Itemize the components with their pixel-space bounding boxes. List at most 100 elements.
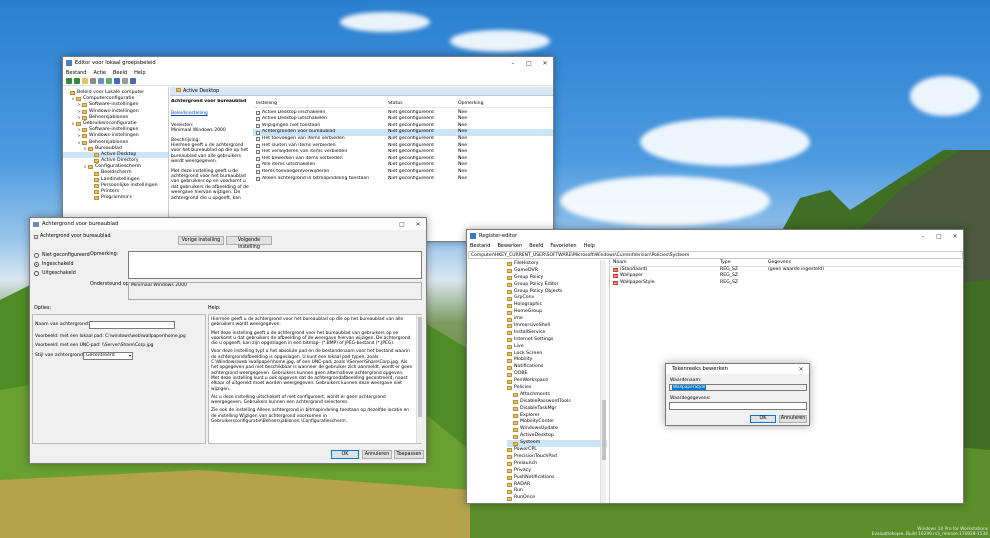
regedit-tree-scrollbar[interactable] <box>600 260 606 503</box>
folder-icon[interactable] <box>82 78 88 84</box>
table-row[interactable]: Het verwijderen van items verbieden Niet … <box>253 149 553 156</box>
expand-icon[interactable]: > <box>77 115 81 121</box>
table-row[interactable]: Achtergronden voor bureaublad Niet geconf… <box>253 129 553 136</box>
help-icon[interactable] <box>114 78 120 84</box>
view-icon[interactable] <box>122 78 128 84</box>
table-row[interactable]: Active Desktop uitschakelen Niet geconfig… <box>253 116 553 123</box>
expand-icon[interactable]: v <box>77 140 81 146</box>
regedit-titlebar[interactable]: Register-editor – □ ✕ <box>467 230 963 242</box>
table-row[interactable]: Alle items uitschakelen Niet geconfiguree… <box>253 162 553 169</box>
col-instelling[interactable]: Instelling <box>253 101 388 107</box>
menu-bestand[interactable]: Bestand <box>66 70 86 76</box>
forward-icon[interactable] <box>74 78 80 84</box>
radio-not-configured[interactable]: Niet geconfigureerd <box>34 251 90 260</box>
reg-tree-item[interactable]: Attachments <box>507 392 607 399</box>
ok-button[interactable]: OK <box>331 450 359 459</box>
reg-tree-item[interactable]: Privacy <box>507 468 607 475</box>
list-item[interactable]: ab Wallpaper REG_SZ <box>610 273 963 280</box>
close-button[interactable]: ✕ <box>947 233 963 240</box>
menu-actie[interactable]: Actie <box>93 70 106 76</box>
expand-icon[interactable]: v <box>83 146 87 152</box>
minimize-button[interactable]: – <box>505 60 521 67</box>
next-setting-button[interactable]: Volgende instelling <box>226 236 272 250</box>
comment-field[interactable] <box>128 251 422 279</box>
reg-tree-item[interactable]: ImmersiveShell <box>507 323 607 330</box>
ok-button[interactable]: OK <box>750 415 776 423</box>
export-icon[interactable] <box>106 78 112 84</box>
gp-tree-item[interactable]: Programma's <box>63 195 168 201</box>
reg-tree-item[interactable]: Live <box>507 344 607 351</box>
radio-enabled[interactable]: Ingeschakeld <box>34 260 90 269</box>
reg-tree-label: Group Policy Editor <box>514 281 559 287</box>
reg-tree-item[interactable]: ime <box>507 316 607 323</box>
menu-beeld[interactable]: Beeld <box>529 243 543 249</box>
edit-string-titlebar[interactable]: Tekenreeks bewerken ✕ <box>666 364 809 374</box>
menu-bewerken[interactable]: Bewerken <box>497 243 522 249</box>
desc-link[interactable]: Beleidsinstelling <box>171 111 251 116</box>
help-scrollbar[interactable] <box>416 315 422 443</box>
reg-tree-item[interactable]: DisablePasswordTools <box>507 399 607 406</box>
menu-help[interactable]: Help <box>134 70 145 76</box>
reg-tree-item[interactable]: PrecisionTouchPad <box>507 454 607 461</box>
value-data-input[interactable] <box>669 402 807 410</box>
maximize-button[interactable]: □ <box>931 233 947 240</box>
list-icon[interactable] <box>98 78 104 84</box>
filter-icon[interactable] <box>130 78 136 84</box>
table-row[interactable]: Het sluiten van items verbieden Niet geco… <box>253 143 553 150</box>
close-button[interactable]: ✕ <box>793 366 809 373</box>
reg-tree-item[interactable]: DisableTaskMgr <box>507 406 607 413</box>
table-row[interactable]: Het toevoegen van items verbieden Niet ge… <box>253 136 553 143</box>
table-row[interactable]: Wijzigingen niet toestaan Niet geconfigur… <box>253 123 553 130</box>
table-row[interactable]: Alleen achtergrond in bitmapindeling toe… <box>253 176 553 183</box>
reg-tree-item[interactable]: Systeem <box>507 440 607 448</box>
close-button[interactable]: ✕ <box>410 221 426 228</box>
reg-tree-item[interactable]: RunOnce <box>507 495 607 502</box>
col-status[interactable]: Status <box>388 101 458 107</box>
col-naam[interactable]: Naam <box>610 260 720 266</box>
reg-tree-item[interactable]: GameDVR <box>507 268 607 275</box>
reg-tree-item[interactable]: FileHistory <box>507 261 607 268</box>
cancel-button[interactable]: Annuleren <box>362 450 392 459</box>
table-row[interactable]: Active Desktop inschakelen Niet geconfigu… <box>253 110 553 117</box>
apply-button[interactable]: Toepassen <box>394 450 424 459</box>
menu-favorieten[interactable]: Favorieten <box>550 243 576 249</box>
regedit-address-bar[interactable]: Computer\HKEY_CURRENT_USER\SOFTWARE\Micr… <box>468 251 963 259</box>
reg-tree-item[interactable]: Internet Settings <box>507 337 607 344</box>
setting-note: Nee <box>458 168 468 174</box>
reg-tree-item[interactable]: PowerCPL <box>507 447 607 454</box>
minimize-button[interactable]: – <box>915 233 931 240</box>
list-item[interactable]: ab (Standaard) REG_SZ (geen waarde ingestel… <box>610 267 963 274</box>
expand-icon[interactable]: v <box>83 164 87 170</box>
reg-tree-item[interactable]: Policies <box>507 385 607 392</box>
reg-tree-item[interactable]: Group Policy <box>507 275 607 282</box>
maximize-button[interactable]: □ <box>394 221 410 228</box>
expand-icon[interactable]: v <box>71 96 75 102</box>
gpedit-titlebar[interactable]: Editor voor lokaal groepsbeleid – □ ✕ <box>63 57 553 69</box>
prev-setting-button[interactable]: Vorige instelling <box>178 236 224 245</box>
menu-help[interactable]: Help <box>584 243 595 249</box>
cancel-button[interactable]: Annuleren <box>779 415 807 423</box>
col-gegevens[interactable]: Gegevens <box>768 260 868 266</box>
menu-bestand[interactable]: Bestand <box>470 243 490 249</box>
table-row[interactable]: Het bewerken van items verbieden Niet gec… <box>253 156 553 163</box>
col-type[interactable]: Type <box>720 260 768 266</box>
radio-disabled[interactable]: Uitgeschakeld <box>34 269 90 278</box>
menu-beeld[interactable]: Beeld <box>113 70 127 76</box>
back-icon[interactable] <box>66 78 72 84</box>
policy-titlebar[interactable]: Achtergrond voor bureaublad □ ✕ <box>30 218 426 230</box>
table-row[interactable]: Items toevoegen/verwijderen Niet geconfig… <box>253 169 553 176</box>
col-opmerking[interactable]: Opmerking <box>458 101 498 107</box>
reg-tree-item[interactable]: Group Policy Editor <box>507 282 607 289</box>
expand-icon[interactable]: v <box>71 121 75 127</box>
reg-tree-item[interactable]: InstallService <box>507 330 607 337</box>
wallpaper-name-input[interactable] <box>89 321 175 329</box>
value-name-field[interactable]: WallpaperStyle <box>669 384 807 391</box>
close-button[interactable]: ✕ <box>537 60 553 67</box>
style-select[interactable]: Gecentreerd ▾ <box>83 352 133 360</box>
properties-icon[interactable] <box>90 78 96 84</box>
reg-tree-item[interactable]: Prelaunch <box>507 461 607 468</box>
reg-tree-item[interactable]: PenWorkspace <box>507 378 607 385</box>
maximize-button[interactable]: □ <box>521 60 537 67</box>
list-item[interactable]: ab WallpaperStyle REG_SZ <box>610 280 963 287</box>
reg-tree-item[interactable]: PushNotifications <box>507 475 607 482</box>
